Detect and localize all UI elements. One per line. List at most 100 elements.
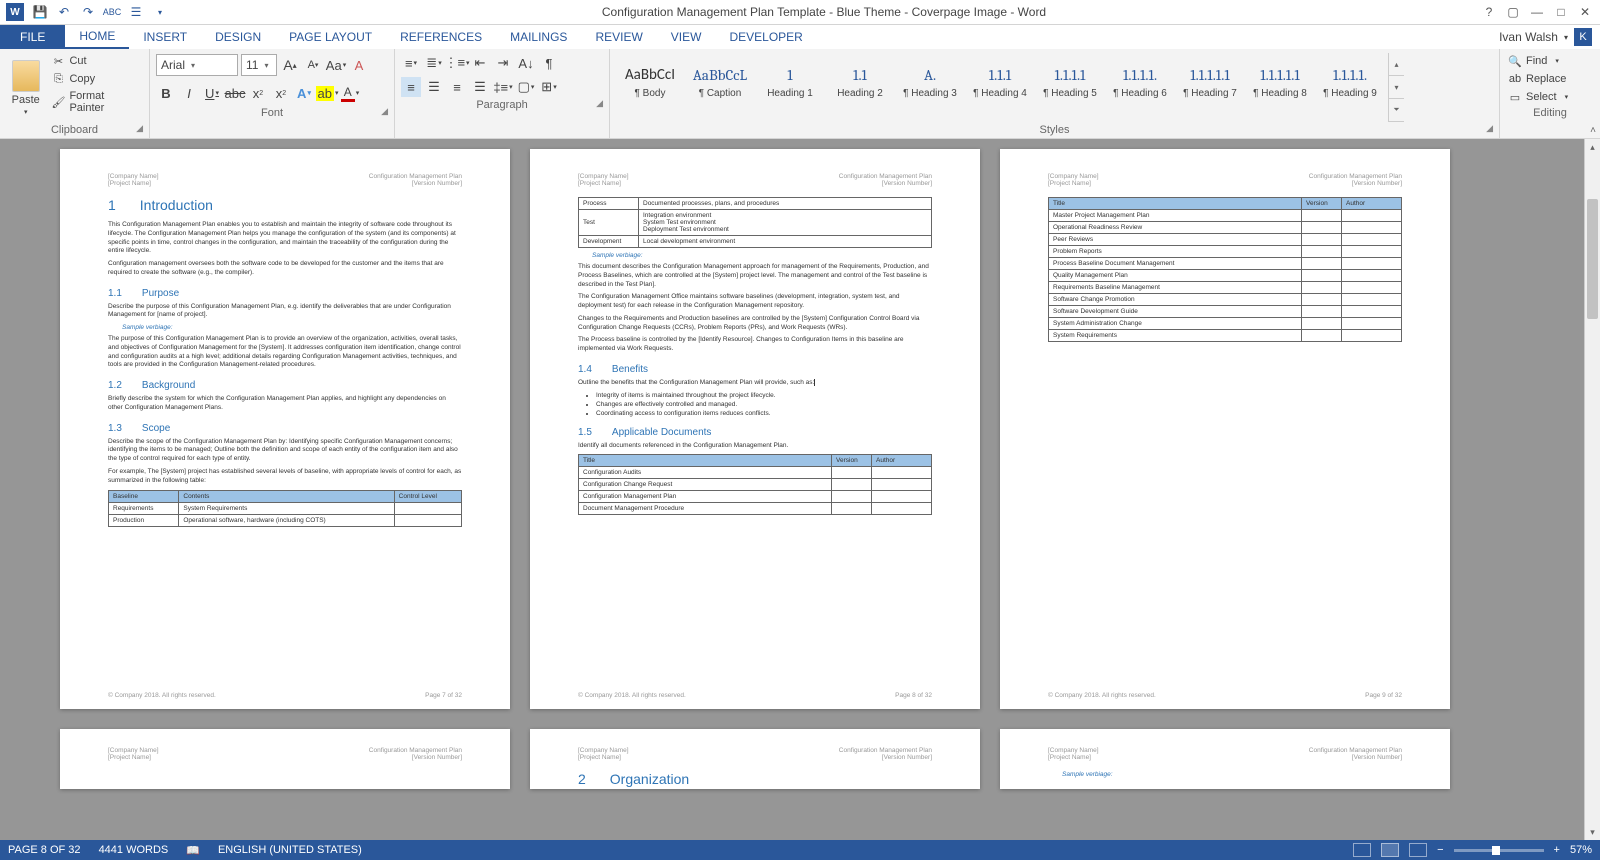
paragraph-launcher-icon[interactable]: ◢ [596,95,603,111]
document-area[interactable]: [Company Name][Project Name]Configuratio… [0,139,1584,840]
status-words[interactable]: 4441 WORDS [99,844,169,856]
numbering-button[interactable]: ≣▾ [424,53,444,73]
paste-button[interactable]: Paste ▾ [6,53,45,122]
status-page[interactable]: PAGE 8 OF 32 [8,844,81,856]
styles-more-icon[interactable]: ⏷ [1389,99,1404,122]
styles-scroll[interactable]: ▴ ▾ ⏷ [1388,53,1404,122]
page-8: [Company Name][Project Name]Configuratio… [530,149,980,709]
sort-button[interactable]: A↓ [516,53,536,73]
style-item[interactable]: 1.1.1.1.1¶ Heading 7 [1176,53,1244,111]
borders-button[interactable]: ⊞▾ [539,77,559,97]
multilevel-button[interactable]: ⋮≡▾ [447,53,467,73]
save-icon[interactable]: 💾 [32,4,48,20]
bold-button[interactable]: B [156,83,176,103]
decrease-indent-button[interactable]: ⇤ [470,53,490,73]
strikethrough-button[interactable]: abc [225,83,245,103]
shrink-font-button[interactable]: A▾ [303,55,323,75]
user-account[interactable]: Ivan Walsh ▾ K [1491,25,1600,49]
tab-insert[interactable]: INSERT [129,25,201,49]
underline-button[interactable]: U▾ [202,83,222,103]
undo-icon[interactable]: ↶ [56,4,72,20]
qat-customize-icon[interactable]: ▾ [152,4,168,20]
clipboard-launcher-icon[interactable]: ◢ [136,120,143,136]
vertical-scrollbar[interactable]: ▴ ▾ [1584,139,1600,840]
align-left-button[interactable]: ≡ [401,77,421,97]
print-layout-button[interactable] [1381,843,1399,857]
shading-button[interactable]: ▢▾ [516,77,536,97]
tab-page-layout[interactable]: PAGE LAYOUT [275,25,386,49]
change-case-button[interactable]: Aa▾ [326,55,346,75]
align-right-button[interactable]: ≡ [447,77,467,97]
file-tab[interactable]: FILE [0,25,65,49]
line-spacing-button[interactable]: ‡≡▾ [493,77,513,97]
tab-view[interactable]: VIEW [657,25,716,49]
group-styles: AaBbCcI¶ BodyAaBbCcL¶ Caption1Heading 11… [610,49,1500,138]
touch-mode-icon[interactable]: ☰ [128,4,144,20]
format-painter-button[interactable]: 🖌Format Painter [49,89,143,115]
zoom-slider[interactable] [1454,849,1544,852]
zoom-out-button[interactable]: − [1437,844,1443,856]
text-effects-button[interactable]: A▾ [294,83,314,103]
scroll-down-icon[interactable]: ▾ [1585,824,1600,840]
style-item[interactable]: AaBbCcI¶ Body [616,53,684,111]
justify-button[interactable]: ☰ [470,77,490,97]
show-marks-button[interactable]: ¶ [539,53,559,73]
scroll-up-icon[interactable]: ▴ [1585,139,1600,155]
styles-scroll-down-icon[interactable]: ▾ [1389,76,1404,99]
font-name-combo[interactable]: Arial▾ [156,54,238,76]
bullets-button[interactable]: ≡▾ [401,53,421,73]
status-language[interactable]: ENGLISH (UNITED STATES) [218,844,362,856]
style-item[interactable]: 1.1.1.1.¶ Heading 6 [1106,53,1174,111]
redo-icon[interactable]: ↷ [80,4,96,20]
style-item[interactable]: 1.1Heading 2 [826,53,894,111]
clear-formatting-button[interactable]: A [349,55,369,75]
style-item[interactable]: 1.1.1¶ Heading 4 [966,53,1034,111]
highlight-button[interactable]: ab▾ [317,83,337,103]
status-proofing-icon[interactable]: 📖 [186,844,200,857]
spellcheck-icon[interactable]: ABC [104,4,120,20]
style-item[interactable]: 1.1.1.1.¶ Heading 9 [1316,53,1384,111]
collapse-ribbon-icon[interactable]: ˄ [1590,125,1596,136]
grow-font-button[interactable]: A▴ [280,55,300,75]
style-item[interactable]: 1.1.1.1¶ Heading 5 [1036,53,1104,111]
tab-design[interactable]: DESIGN [201,25,275,49]
select-button[interactable]: ▭Select▾ [1506,89,1594,105]
scroll-thumb[interactable] [1587,199,1598,319]
close-icon[interactable]: ✕ [1578,5,1592,19]
maximize-icon[interactable]: □ [1554,5,1568,19]
cut-button[interactable]: ✂Cut [49,53,143,69]
copy-button[interactable]: ⎘Copy [49,71,143,87]
subscript-button[interactable]: x2 [248,83,268,103]
font-launcher-icon[interactable]: ◢ [381,103,388,119]
styles-launcher-icon[interactable]: ◢ [1486,120,1493,136]
italic-button[interactable]: I [179,83,199,103]
minimize-icon[interactable]: — [1530,5,1544,19]
help-icon[interactable]: ? [1482,5,1496,19]
font-size-combo[interactable]: 11▾ [241,54,277,76]
web-layout-button[interactable] [1409,843,1427,857]
tab-developer[interactable]: DEVELOPER [715,25,816,49]
styles-scroll-up-icon[interactable]: ▴ [1389,53,1404,76]
align-center-button[interactable]: ☰ [424,77,444,97]
tab-mailings[interactable]: MAILINGS [496,25,581,49]
increase-indent-button[interactable]: ⇥ [493,53,513,73]
baseline-table: BaselineContentsControl Level Requiremen… [108,490,462,527]
style-item[interactable]: 1Heading 1 [756,53,824,111]
ribbon-tabs: FILE HOME INSERT DESIGN PAGE LAYOUT REFE… [0,25,1600,49]
zoom-in-button[interactable]: + [1554,844,1560,856]
ribbon-display-icon[interactable]: ▢ [1506,5,1520,19]
zoom-level[interactable]: 57% [1570,844,1592,856]
superscript-button[interactable]: x2 [271,83,291,103]
read-mode-button[interactable] [1353,843,1371,857]
tab-references[interactable]: REFERENCES [386,25,496,49]
page-11: [Company Name][Project Name]Configuratio… [530,729,980,789]
tab-review[interactable]: REVIEW [581,25,656,49]
replace-button[interactable]: abReplace [1506,71,1594,87]
style-item[interactable]: AaBbCcL¶ Caption [686,53,754,111]
tab-home[interactable]: HOME [65,25,129,49]
find-button[interactable]: 🔍Find▾ [1506,53,1594,69]
style-item[interactable]: A.¶ Heading 3 [896,53,964,111]
style-item[interactable]: 1.1.1.1.1¶ Heading 8 [1246,53,1314,111]
font-color-button[interactable]: A▾ [340,83,360,103]
styles-gallery[interactable]: AaBbCcI¶ BodyAaBbCcL¶ Caption1Heading 11… [616,53,1384,122]
